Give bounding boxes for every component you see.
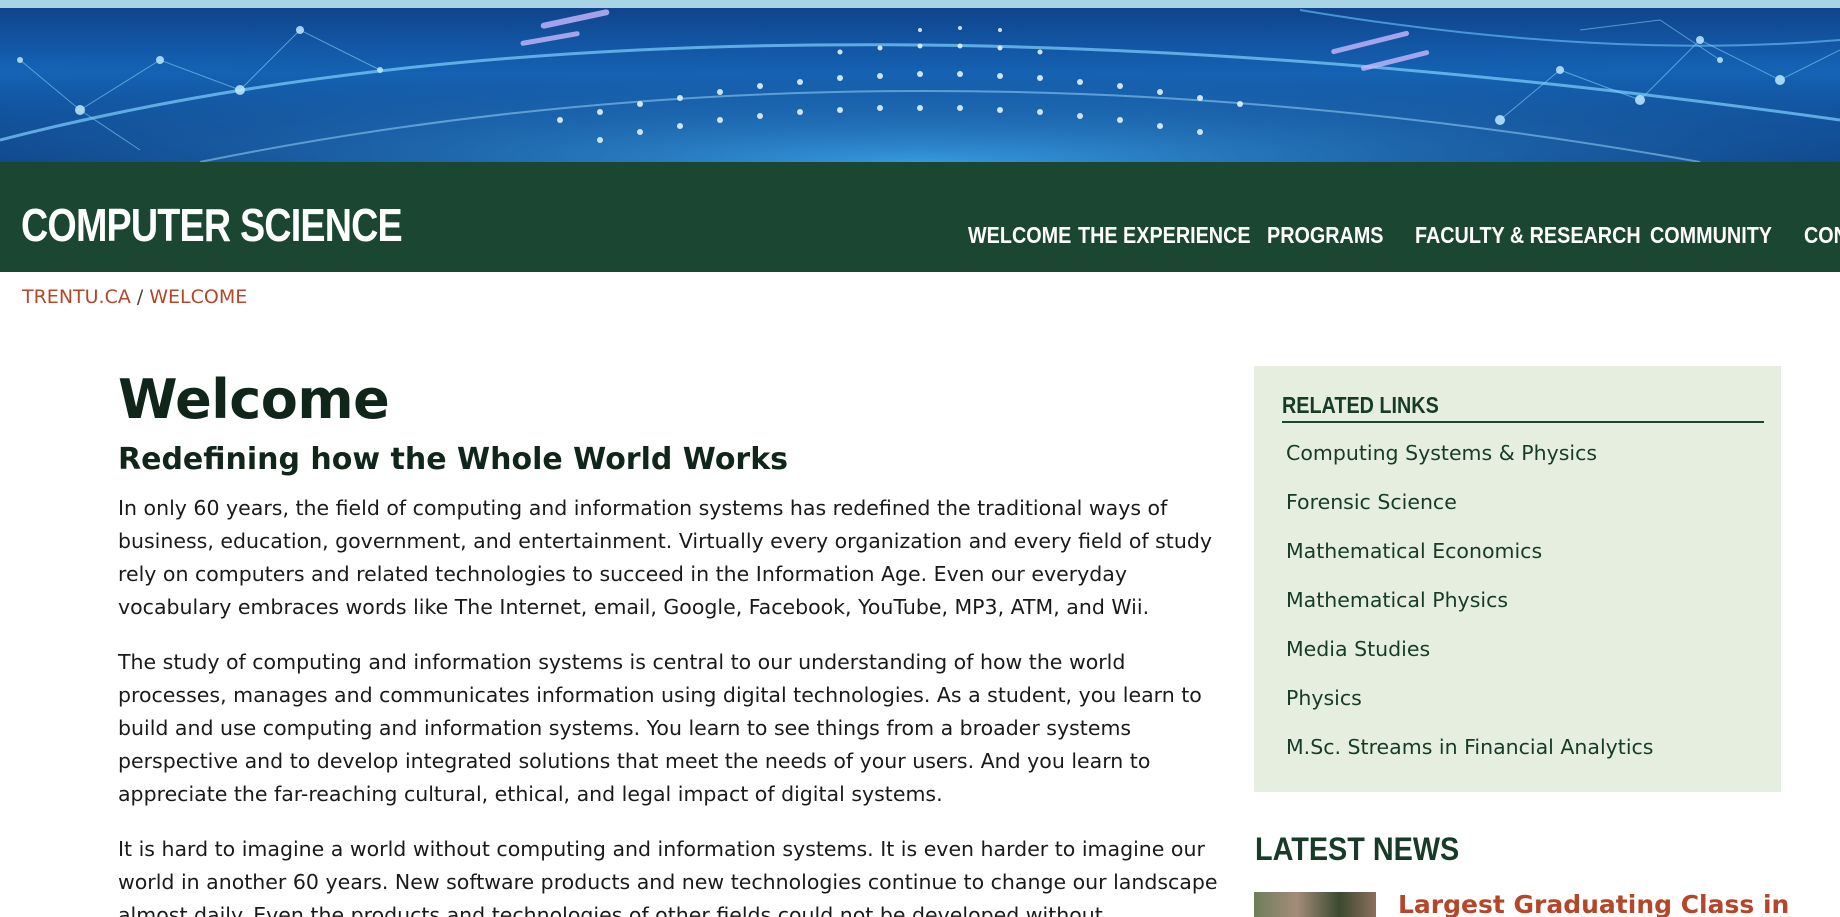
header-banner-image [0,0,1840,162]
nav-community[interactable]: COMMUNITY [1650,222,1778,249]
news-item-title-link[interactable]: Largest Graduating Class in [1398,890,1789,917]
related-link-forensic-science[interactable]: Forensic Science [1282,490,1457,514]
banner-graphic [0,8,1840,162]
related-link-item: Computing Systems & Physics [1282,433,1759,482]
nav-contact-truncated[interactable]: CONT [1804,222,1840,249]
related-link-media-studies[interactable]: Media Studies [1282,637,1430,661]
nav-programs[interactable]: PROGRAMS [1267,222,1390,249]
related-link-item: Mathematical Economics [1282,531,1759,580]
nav-faculty-research[interactable]: FACULTY & RESEARCH [1415,222,1641,249]
breadcrumb-separator: / [136,286,144,308]
related-link-item: Physics [1282,678,1759,727]
nav-the-experience[interactable]: THE EXPERIENCE [1078,222,1251,249]
related-link-item: Media Studies [1282,629,1759,678]
latest-news-heading: LATEST NEWS [1255,831,1460,867]
related-link-computing-systems-physics[interactable]: Computing Systems & Physics [1282,441,1597,465]
intro-paragraph-2: The study of computing and information s… [118,650,1202,806]
intro-paragraph-1: In only 60 years, the field of computing… [118,496,1212,619]
related-link-item: Forensic Science [1282,482,1759,531]
related-link-mathematical-physics[interactable]: Mathematical Physics [1282,588,1508,612]
site-header: COMPUTER SCIENCE WELCOME THE EXPERIENCE … [0,162,1840,272]
main-nav: WELCOME THE EXPERIENCE PROGRAMS FACULTY … [968,222,1840,252]
related-links-heading-text: RELATED LINKS [1282,392,1439,418]
breadcrumb-current-link[interactable]: WELCOME [149,286,247,308]
page-title: Welcome [118,368,390,431]
related-link-item: M.Sc. Streams in Financial Analytics [1282,727,1759,776]
news-thumbnail-image[interactable] [1254,892,1376,917]
related-link-mathematical-economics[interactable]: Mathematical Economics [1282,539,1542,563]
related-link-msc-financial-analytics[interactable]: M.Sc. Streams in Financial Analytics [1282,735,1653,759]
related-link-physics[interactable]: Physics [1282,686,1362,710]
breadcrumb: TRENTU.CA / WELCOME [22,286,247,308]
breadcrumb-home-link[interactable]: TRENTU.CA [22,286,131,308]
related-links-list: Computing Systems & Physics Forensic Sci… [1282,433,1759,776]
intro-paragraph-3: It is hard to imagine a world without co… [118,837,1218,917]
site-title[interactable]: COMPUTER SCIENCE [21,198,403,252]
related-link-item: Mathematical Physics [1282,580,1759,629]
related-links-panel: RELATED LINKS Computing Systems & Physic… [1254,366,1781,792]
related-links-heading: RELATED LINKS [1282,392,1764,423]
nav-welcome[interactable]: WELCOME [968,222,1071,249]
main-content: Welcome Redefining how the Whole World W… [118,368,1218,917]
page-subtitle: Redefining how the Whole World Works [118,442,789,477]
